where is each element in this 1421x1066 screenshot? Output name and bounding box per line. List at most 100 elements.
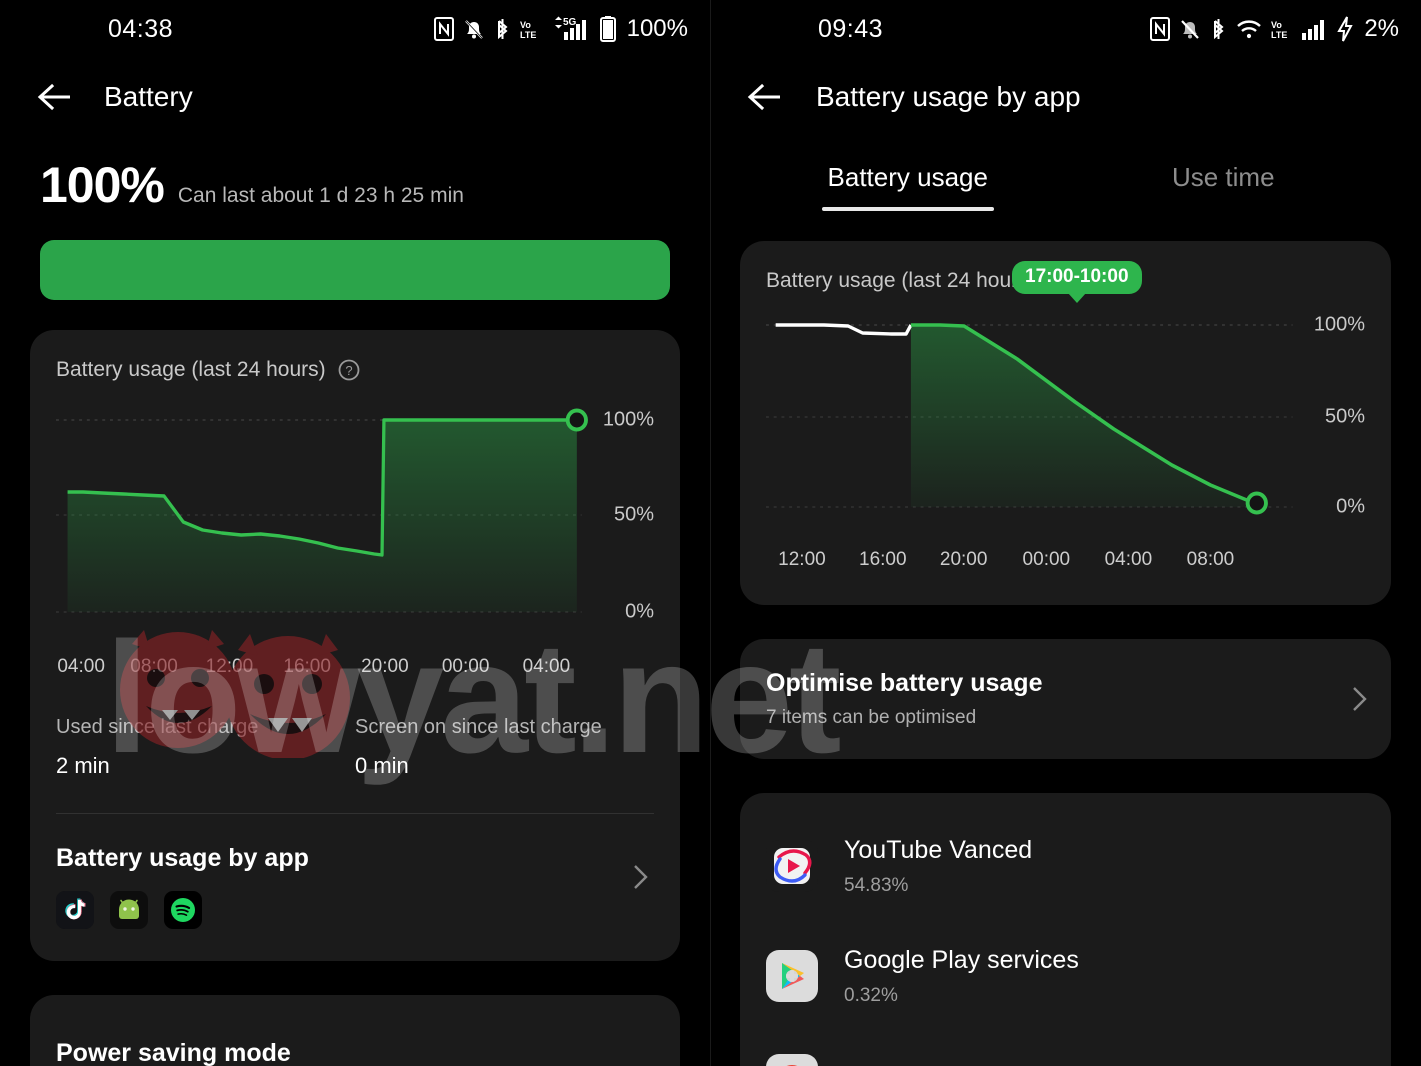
battery-level-bar xyxy=(40,240,670,300)
right-chart-charging-line xyxy=(775,323,913,336)
app-name: YouTube Vanced xyxy=(844,835,1033,864)
signal-icon xyxy=(1302,17,1328,41)
x-tick-0: 12:00 xyxy=(778,549,826,570)
youtube-vanced-icon xyxy=(766,840,818,892)
x-tick-2: 12:00 xyxy=(205,656,254,677)
volte-icon: Vo LTE xyxy=(1271,17,1293,41)
svg-text:LTE: LTE xyxy=(1271,30,1287,40)
back-arrow-icon[interactable] xyxy=(36,77,76,117)
power-saving-mode-card[interactable]: Power saving mode xyxy=(30,995,680,1066)
dual-screenshot-composite: 04:38 Vo LTE 5G 100% Battery 100% Can la… xyxy=(0,0,1421,1066)
right-chart-svg xyxy=(766,323,1293,515)
usage-card-title: Battery usage (last 24 hours) xyxy=(56,358,326,381)
battery-usage-by-app-row[interactable]: Battery usage by app xyxy=(56,814,654,939)
svg-text:Vo: Vo xyxy=(520,20,531,30)
app-battery-percent: 0.32% xyxy=(844,984,898,1006)
x-tick-4: 04:00 xyxy=(1104,549,1153,570)
charging-bolt-icon xyxy=(1337,16,1353,42)
stat-value: 0 min xyxy=(355,753,409,778)
right-chart-endpoint-marker xyxy=(1245,491,1268,515)
x-tick-5: 00:00 xyxy=(441,656,490,677)
usage-card-title: Battery usage (last 24 hours) xyxy=(766,269,1036,292)
help-circle-icon[interactable]: ? xyxy=(338,359,360,381)
x-tick-5: 08:00 xyxy=(1186,549,1235,570)
android-icon xyxy=(110,891,148,929)
power-saving-mode-label: Power saving mode xyxy=(56,1039,291,1066)
optimise-title: Optimise battery usage xyxy=(766,669,1043,697)
usage-tabs: Battery usage Use time xyxy=(710,162,1421,211)
google-play-services-icon xyxy=(766,950,818,1002)
status-bar-clock: 09:43 xyxy=(818,14,884,43)
y-axis-label-0: 0% xyxy=(1336,495,1365,518)
notifications-muted-icon xyxy=(1179,17,1201,41)
left-status-bar: 04:38 Vo LTE 5G 100% xyxy=(0,0,710,58)
battery-estimate: Can last about 1 d 23 h 25 min xyxy=(177,184,464,207)
tab-use-time[interactable]: Use time xyxy=(1066,162,1382,211)
battery-level-bar-wrap xyxy=(0,214,710,300)
chevron-right-icon[interactable] xyxy=(632,863,650,891)
tab-label: Battery usage xyxy=(827,162,988,192)
right-phone-screen: 09:43 Vo LTE 2% Battery usage by app Bat… xyxy=(710,0,1421,1066)
app-battery-list-card: YouTube Vanced 54.83% Google Play servic… xyxy=(740,793,1391,1066)
app-battery-percent: 54.83% xyxy=(844,874,909,896)
optimise-subtitle: 7 items can be optimised xyxy=(766,707,977,728)
list-item[interactable]: Chrome xyxy=(740,1031,1391,1066)
5g-signal-icon: 5G xyxy=(551,16,591,42)
x-tick-0: 04:00 xyxy=(57,656,105,677)
battery-usage-by-app-label: Battery usage by app xyxy=(56,844,309,872)
left-page-header: Battery xyxy=(0,58,710,136)
svg-text:Vo: Vo xyxy=(1271,20,1282,30)
y-axis-label-100: 100% xyxy=(1313,313,1365,336)
battery-stats-row: Used since last charge 2 min Screen on s… xyxy=(56,716,654,779)
y-axis-label-100: 100% xyxy=(602,408,654,431)
svg-text:?: ? xyxy=(345,363,352,378)
spotify-icon xyxy=(164,891,202,929)
app-icon-strip xyxy=(56,891,654,929)
x-tick-3: 16:00 xyxy=(283,656,331,677)
x-tick-4: 20:00 xyxy=(361,656,409,677)
left-phone-screen: 04:38 Vo LTE 5G 100% Battery 100% Can la… xyxy=(0,0,710,1066)
notifications-muted-icon xyxy=(463,17,485,41)
stat-screen-on-since-last-charge: Screen on since last charge 0 min xyxy=(355,716,654,779)
battery-usage-card: Battery usage (last 24 hours) ? 100% 50%… xyxy=(30,330,680,961)
chrome-icon xyxy=(766,1054,818,1066)
back-arrow-icon[interactable] xyxy=(746,77,786,117)
right-status-bar: 09:43 Vo LTE 2% xyxy=(710,0,1421,58)
tab-battery-usage[interactable]: Battery usage xyxy=(750,162,1066,211)
x-tick-6: 04:00 xyxy=(522,656,571,677)
status-bar-clock: 04:38 xyxy=(108,14,174,43)
bluetooth-icon xyxy=(494,17,511,41)
chevron-right-icon[interactable] xyxy=(1351,685,1369,713)
usage-card-header: Battery usage (last 24 hours) ? xyxy=(56,358,654,382)
x-tick-1: 08:00 xyxy=(130,656,178,677)
app-info: Google Play services 0.32% xyxy=(844,946,1079,1007)
y-axis-label-0: 0% xyxy=(625,600,654,623)
left-chart-x-axis: 04:00 08:00 12:00 16:00 20:00 00:00 04:0… xyxy=(56,656,654,690)
list-item[interactable]: YouTube Vanced 54.83% xyxy=(740,811,1391,921)
nfc-icon xyxy=(433,17,454,41)
stat-value: 2 min xyxy=(56,753,110,778)
list-item[interactable]: Google Play services 0.32% xyxy=(740,921,1391,1031)
stat-label: Used since last charge xyxy=(56,716,259,738)
svg-text:5G: 5G xyxy=(563,17,577,28)
x-tick-1: 16:00 xyxy=(859,549,907,570)
tiktok-icon xyxy=(56,891,94,929)
y-axis-label-50: 50% xyxy=(1324,405,1365,428)
y-axis-label-50: 50% xyxy=(613,503,654,526)
right-battery-chart: 100% 50% 0% xyxy=(766,307,1365,543)
left-chart-svg xyxy=(56,408,588,613)
battery-summary: 100% Can last about 1 d 23 h 25 min xyxy=(0,136,710,214)
svg-text:LTE: LTE xyxy=(520,30,536,40)
app-info: YouTube Vanced 54.83% xyxy=(844,836,1032,897)
volte-icon: Vo LTE xyxy=(520,17,542,41)
chart-range-tooltip: 17:00-10:00 xyxy=(1012,261,1142,303)
nfc-icon xyxy=(1150,17,1171,41)
battery-percent: 100% xyxy=(40,157,165,213)
status-bar-icons: Vo LTE 2% xyxy=(1150,0,1399,58)
optimise-battery-usage-card[interactable]: Optimise battery usage 7 items can be op… xyxy=(740,639,1391,759)
stat-label: Screen on since last charge xyxy=(355,716,602,738)
status-bar-battery-label: 100% xyxy=(626,15,688,42)
page-title: Battery xyxy=(104,81,193,112)
tab-active-indicator xyxy=(821,207,994,211)
app-name: Google Play services xyxy=(844,945,1079,974)
